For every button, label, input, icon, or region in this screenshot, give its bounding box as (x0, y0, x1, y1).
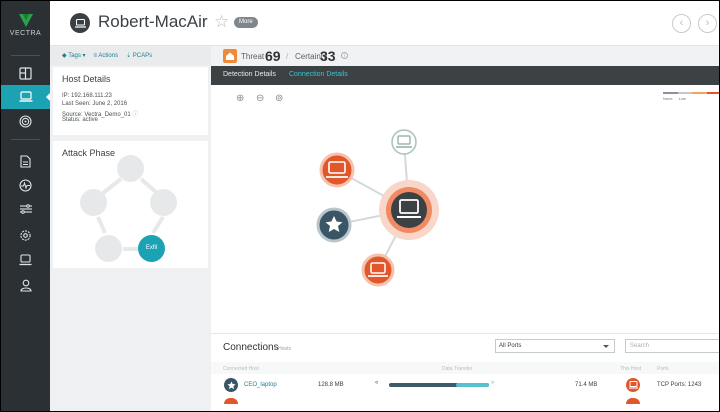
phase-node-botnet[interactable] (150, 189, 177, 216)
filter-icon (19, 204, 32, 214)
fingerprint-icon (19, 114, 32, 128)
connections-count: 4 Hosts (274, 346, 291, 352)
app-window: VECTRA Robert-MacAir ☆ More ‹ › ◆ Tags ▾… (0, 0, 720, 412)
home-icon (223, 49, 237, 63)
threat-score: 69 (265, 48, 281, 64)
col-data-transfer[interactable]: Data Transfer (442, 364, 472, 374)
vectra-logo-icon (18, 14, 33, 27)
nav-divider (11, 139, 40, 140)
download-icon: ⇣ (126, 53, 133, 59)
nav-users[interactable] (1, 273, 50, 297)
table-row[interactable]: CEO_laptop 128.8 MB « » 71.4 MB TCP Port… (211, 374, 719, 396)
connections-section: Connections 4 Hosts All Ports Search Con… (211, 333, 719, 411)
vectra-logo[interactable]: VECTRA (1, 7, 50, 47)
activity-icon (19, 178, 32, 192)
row-ports: TCP Ports: 1243 (657, 382, 702, 388)
port-filter-value: All Ports (499, 343, 522, 349)
phase-node-recon[interactable] (117, 155, 144, 182)
info-icon[interactable]: ⓘ (132, 112, 138, 118)
arrow-right-icon: » (491, 380, 495, 386)
phase-node-cnc[interactable] (80, 189, 107, 216)
threat-label: Threat (241, 52, 265, 61)
star-icon (224, 378, 238, 392)
brand-wordmark: VECTRA (9, 30, 42, 37)
sidebar: VECTRA (1, 1, 50, 411)
graph-node-this-host[interactable] (379, 180, 439, 240)
connected-host-link[interactable]: CEO_laptop (244, 382, 277, 388)
search-input[interactable]: Search (625, 339, 719, 353)
actions-label: Actions (98, 52, 119, 59)
score-divider: / (286, 52, 289, 61)
settings-icon (20, 229, 31, 241)
col-this-host[interactable]: This Host (620, 364, 641, 374)
more-button[interactable]: More (234, 17, 258, 28)
host-summary-panel: ◆ Tags ▾ ≡ Actions ⇣ PCAPs Host Details … (50, 46, 211, 411)
nav-fingerprint[interactable] (1, 109, 50, 133)
host-last-seen: Last Seen: June 2, 2016 (62, 101, 128, 107)
network-graph (316, 129, 439, 287)
nav-dashboard[interactable] (1, 61, 50, 85)
nav-settings[interactable] (1, 223, 50, 247)
tags-menu[interactable]: ◆ Tags ▾ (62, 52, 86, 59)
graph-node-peer-orange[interactable] (319, 152, 355, 188)
connection-graph: ⊕ ⊖ ⊚ None Low (211, 85, 719, 333)
nav-activity[interactable] (1, 173, 50, 197)
col-connected-host[interactable]: Connected Host (223, 364, 259, 374)
host-ip: IP: 192.168.111.23 (62, 93, 112, 99)
arrow-left-icon: « (375, 380, 379, 386)
pcaps-label: PCAPs (132, 53, 153, 59)
this-host-icon (626, 378, 640, 392)
info-icon[interactable]: i (341, 52, 348, 59)
tab-detection-details[interactable]: Detection Details (223, 71, 276, 78)
certainty-score: 33 (320, 48, 336, 64)
dashboard-icon (19, 66, 32, 80)
laptop-icon (19, 254, 32, 266)
tags-label: Tags ▾ (68, 53, 86, 59)
graph-node-peer-light[interactable] (391, 129, 417, 155)
nav-devices[interactable] (1, 248, 50, 272)
page-header: Robert-MacAir ☆ More ‹ › (50, 1, 719, 46)
page-title: Robert-MacAir (98, 12, 208, 31)
connections-title: Connections (223, 342, 279, 353)
data-transfer-bar (389, 383, 489, 387)
data-transfer-received-segment (456, 383, 489, 387)
nav-hosts[interactable] (1, 85, 50, 109)
back-button[interactable]: ‹ (672, 14, 691, 33)
actions-menu[interactable]: ≡ Actions (94, 53, 119, 59)
next-row-host-icon (626, 398, 640, 404)
phase-node-exfil[interactable]: Exfil (138, 235, 165, 262)
user-icon (19, 279, 32, 292)
tab-connection-details[interactable]: Connection Details (289, 71, 348, 78)
chevron-down-icon (603, 345, 609, 348)
host-details-card: Host Details IP: 192.168.111.23 Last See… (53, 67, 208, 135)
score-bar: Threat 69 / Certainty 33 i (211, 46, 719, 66)
host-status: Status: active (62, 117, 99, 123)
graph-node-ceo-laptop[interactable] (316, 207, 352, 243)
details-tabs: Detection Details Connection Details (211, 66, 719, 85)
host-details-title: Host Details (62, 74, 111, 84)
nav-filters[interactable] (1, 197, 50, 221)
report-icon (20, 154, 31, 168)
graph-node-peer-orange-2[interactable] (361, 253, 395, 287)
nav-reports[interactable] (1, 149, 50, 173)
pcaps-menu[interactable]: ⇣ PCAPs (126, 52, 152, 59)
data-sent: 128.8 MB (318, 382, 344, 388)
star-icon[interactable]: ☆ (214, 13, 229, 31)
phase-node-lateral[interactable] (95, 235, 122, 262)
port-filter-select[interactable]: All Ports (495, 339, 615, 353)
forward-button[interactable]: › (698, 14, 717, 33)
host-badge-icon (70, 13, 90, 33)
nav-divider (11, 55, 40, 56)
next-row-icon (224, 398, 238, 404)
attack-phase-card: Attack Phase Exfil (53, 141, 208, 268)
main-panel: Threat 69 / Certainty 33 i Detection Det… (211, 46, 719, 411)
host-icon (19, 91, 32, 102)
col-ports[interactable]: Ports (657, 364, 669, 374)
data-received: 71.4 MB (575, 382, 598, 388)
host-toolbar: ◆ Tags ▾ ≡ Actions ⇣ PCAPs (50, 46, 211, 65)
